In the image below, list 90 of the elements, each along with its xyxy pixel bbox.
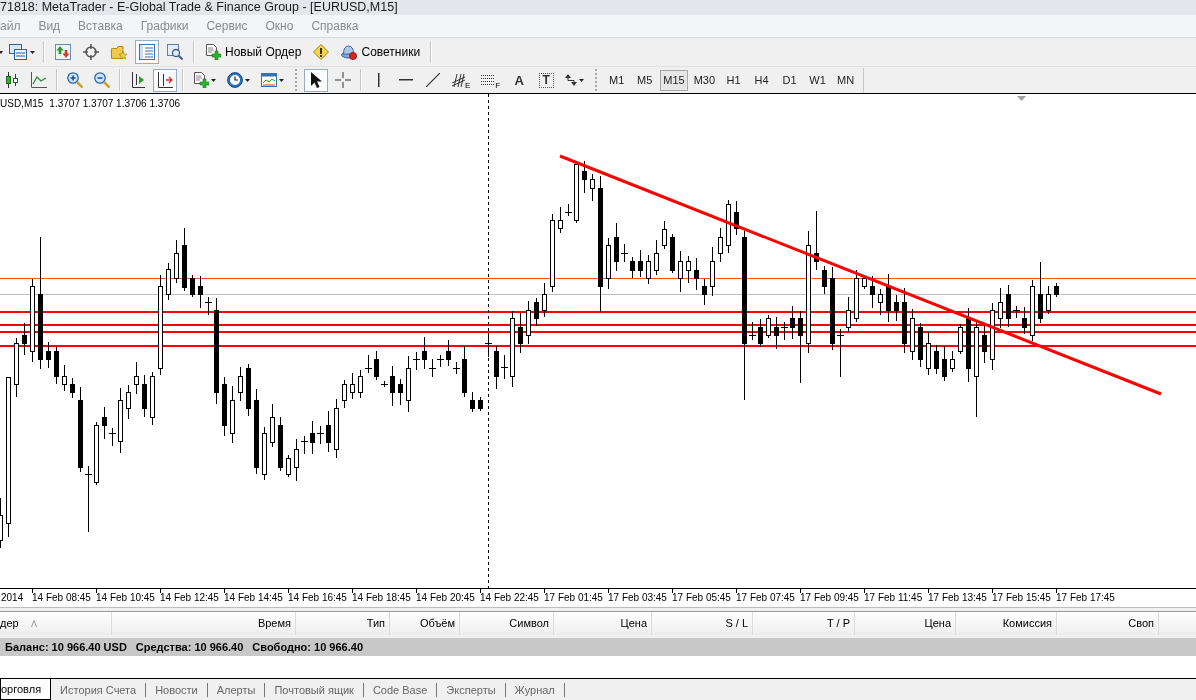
dotted-lines-icon xyxy=(481,74,496,86)
column-header[interactable]: Время xyxy=(112,612,296,635)
timeframe-button[interactable]: H4 xyxy=(749,69,775,91)
toolbar-button[interactable]: Новый Ордер xyxy=(201,40,306,64)
time-label: 17 Feb 03:45 xyxy=(607,589,671,607)
toolbar-button[interactable] xyxy=(304,68,328,92)
terminal-tab[interactable]: Code Base xyxy=(363,683,438,697)
column-header[interactable]: Своп xyxy=(1057,612,1159,635)
axis-arrow-icon xyxy=(131,72,145,88)
timeframe-button[interactable]: H1 xyxy=(721,69,747,91)
time-label: 17 Feb 05:45 xyxy=(671,589,735,607)
time-label: 14 Feb 20:45 xyxy=(415,589,479,607)
up-down-arrows-icon xyxy=(55,44,71,60)
terminal-tab[interactable]: История Счета xyxy=(51,683,147,697)
time-label: 17 Feb 15:45 xyxy=(991,589,1055,607)
column-header[interactable]: Цена xyxy=(554,612,652,635)
time-label: 17 Feb 11:45 xyxy=(863,589,927,607)
timeframe-button[interactable]: MN xyxy=(833,69,859,91)
crosshair-circle-icon xyxy=(83,44,99,60)
window-title: 71818: MetaTrader - E-Global Trade & Finance Group - [EURUSD,M15] xyxy=(0,0,398,15)
caret-icon xyxy=(579,78,585,82)
time-label: 17 Feb 01:45 xyxy=(543,589,607,607)
document-plus-icon xyxy=(193,72,209,88)
toolbar-button[interactable]: Советники xyxy=(337,40,425,64)
timeframe-button[interactable]: W1 xyxy=(805,69,831,91)
arrows-icon xyxy=(565,74,578,86)
toolbar-button[interactable] xyxy=(153,68,177,92)
time-label: 17 Feb 07:45 xyxy=(735,589,799,607)
crosshair-icon xyxy=(335,72,351,88)
terminal-tab[interactable]: Новости xyxy=(146,683,208,697)
hatched-lines-icon xyxy=(452,73,465,87)
diagonal-line-icon xyxy=(426,73,440,87)
time-label: 17 Feb 09:45 xyxy=(799,589,863,607)
cursor-icon xyxy=(310,72,322,88)
toolbar-button[interactable]: E xyxy=(448,68,475,92)
terminal-tab[interactable]: Журнал xyxy=(505,683,565,697)
column-header[interactable]: Комиссия xyxy=(956,612,1057,635)
time-label: 14 Feb 14:45 xyxy=(223,589,287,607)
column-header[interactable]: дер xyxy=(0,612,112,635)
balance-text: Средства: 10 966.40 xyxy=(135,641,244,653)
column-header[interactable]: Объём xyxy=(390,612,460,635)
balance-text: Баланс: 10 966.40 USD xyxy=(5,641,127,653)
column-header[interactable]: Цена xyxy=(855,612,956,635)
timeframe-button[interactable]: M1 xyxy=(604,69,630,91)
candlestick-icon xyxy=(5,72,19,88)
line-chart-icon xyxy=(31,72,47,88)
column-header[interactable]: S / L xyxy=(652,612,753,635)
caret-icon xyxy=(211,78,216,82)
timeframe-button[interactable]: M15 xyxy=(660,69,688,91)
vertical-line-icon xyxy=(378,73,380,87)
caret-icon[interactable] xyxy=(0,50,3,54)
axis-shift-icon xyxy=(157,72,173,88)
time-label: 14 Feb 18:45 xyxy=(351,589,415,607)
column-header[interactable]: T / P xyxy=(753,612,855,635)
toolbar-button[interactable]: T xyxy=(534,68,559,92)
caret-icon xyxy=(279,78,284,82)
toolbar-button[interactable]: F xyxy=(477,68,505,92)
time-label: 17 Feb 17:45 xyxy=(1055,589,1119,607)
caret-icon xyxy=(245,78,250,82)
time-label: 17 Feb 13:45 xyxy=(927,589,991,607)
timeframe-button[interactable]: M30 xyxy=(690,69,719,91)
magnifier-window-icon xyxy=(167,44,183,60)
chart-window-icon xyxy=(261,73,277,87)
zoom-in-icon xyxy=(67,72,83,88)
time-label: 2014 xyxy=(0,591,25,605)
time-label: 14 Feb 22:45 xyxy=(479,589,543,607)
time-label: 14 Feb 10:45 xyxy=(95,589,159,607)
time-label: 14 Feb 08:45 xyxy=(31,589,95,607)
clock-icon xyxy=(227,72,243,88)
terminal-tab[interactable]: Алерты xyxy=(207,683,266,697)
timeframe-button[interactable]: M5 xyxy=(632,69,658,91)
caret-icon xyxy=(30,50,35,54)
column-header[interactable]: Символ xyxy=(460,612,554,635)
column-header[interactable]: Тип xyxy=(296,612,390,635)
toolbar-button[interactable]: A xyxy=(507,68,532,92)
stacked-windows-icon xyxy=(9,44,27,60)
time-label: 14 Feb 16:45 xyxy=(287,589,351,607)
time-label: 14 Feb 12:45 xyxy=(159,589,223,607)
terminal-tab[interactable]: Почтовый ящик xyxy=(265,683,364,697)
list-window-icon xyxy=(139,44,155,60)
terminal-tab[interactable]: Эксперты xyxy=(437,683,506,697)
balance-text: Свободно: 10 966.40 xyxy=(252,641,363,653)
folder-star-icon xyxy=(111,44,127,60)
hat-icon xyxy=(341,44,358,60)
warning-icon xyxy=(313,44,330,60)
terminal-tab[interactable]: орговля xyxy=(0,679,52,700)
timeframe-button[interactable]: D1 xyxy=(777,69,803,91)
horizontal-line-icon xyxy=(399,79,413,81)
document-plus-icon xyxy=(205,44,221,60)
zoom-out-icon xyxy=(94,72,110,88)
